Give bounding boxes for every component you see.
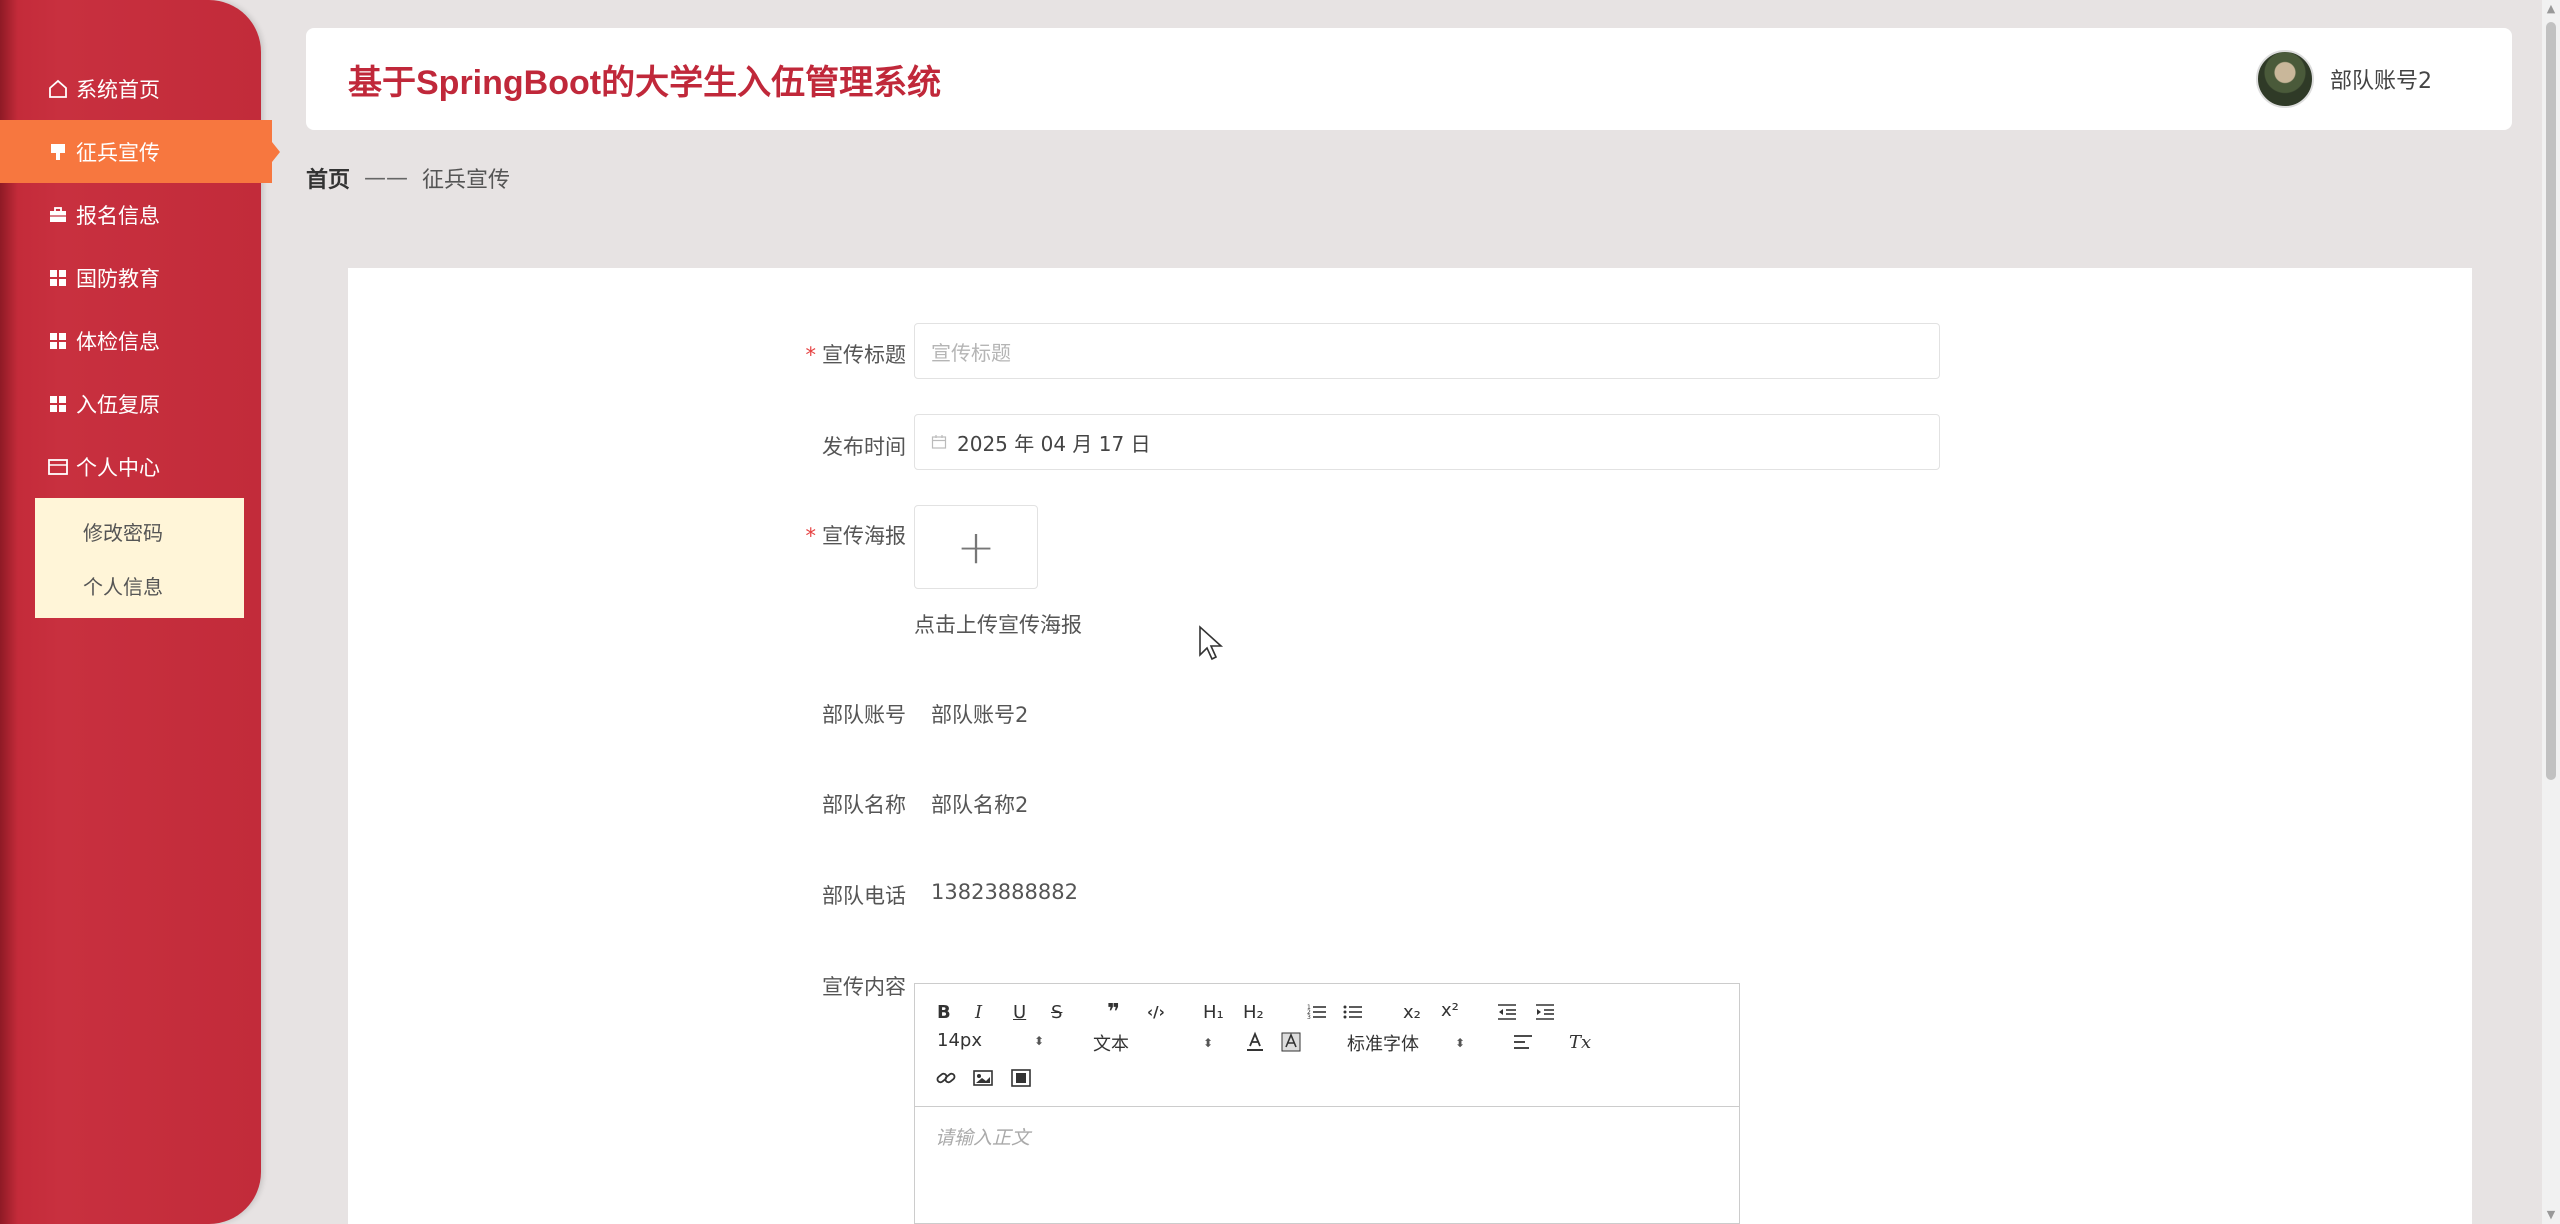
- sidebar-item-defense-education[interactable]: 国防教育: [0, 246, 275, 309]
- unit-name-value: 部队名称2: [931, 793, 1029, 817]
- date-input[interactable]: 2025 年 04 月 17 日: [914, 414, 1940, 470]
- personal-center-submenu: 修改密码 个人信息: [35, 498, 244, 618]
- scroll-thumb[interactable]: [2546, 22, 2556, 780]
- title-input-placeholder: 宣传标题: [931, 340, 1011, 365]
- clear-format-button[interactable]: Tx: [1569, 1028, 1591, 1056]
- home-icon: [46, 77, 70, 101]
- rich-text-editor: B I U S ❞ ‹/› H₁ H₂ 123 x₂ x² 14px ⬍ 文本 ⬍: [914, 983, 1740, 1224]
- phone-label: 部队电话: [822, 884, 906, 908]
- breadcrumb: 首页 —— 征兵宣传: [306, 162, 510, 194]
- sidebar-item-home[interactable]: 系统首页: [0, 57, 275, 120]
- image-icon[interactable]: [973, 1064, 993, 1092]
- bold-button[interactable]: B: [937, 998, 951, 1026]
- unit-name-label: 部队名称: [822, 793, 906, 817]
- submenu-item-change-password[interactable]: 修改密码: [35, 504, 244, 558]
- align-left-icon[interactable]: [1513, 1028, 1533, 1056]
- upload-tip: 点击上传宣传海报: [914, 613, 1082, 637]
- top-header: 基于SpringBoot的大学生入伍管理系统 部队账号2: [306, 28, 2512, 130]
- title-label: * 宣传标题: [805, 343, 907, 367]
- phone-value: 13823888882: [931, 880, 1078, 904]
- background-color-icon[interactable]: [1281, 1028, 1301, 1056]
- sidebar-item-label: 国防教育: [76, 266, 160, 291]
- h1-button[interactable]: H₁: [1203, 998, 1224, 1026]
- user-menu[interactable]: 部队账号2: [2256, 50, 2432, 108]
- superscript-button[interactable]: x²: [1441, 996, 1459, 1024]
- editor-toolbar: B I U S ❞ ‹/› H₁ H₂ 123 x₂ x² 14px ⬍ 文本 ⬍: [915, 984, 1739, 1107]
- subscript-button[interactable]: x₂: [1403, 998, 1421, 1026]
- sidebar-item-label: 系统首页: [76, 77, 160, 102]
- avatar[interactable]: [2256, 50, 2314, 108]
- grid-icon: [46, 329, 70, 353]
- account-label: 部队账号: [822, 703, 906, 727]
- breadcrumb-separator: ——: [364, 165, 409, 191]
- date-value: 2025 年 04 月 17 日: [957, 431, 1151, 456]
- video-icon[interactable]: [1011, 1064, 1031, 1092]
- sidebar-item-label: 入伍复原: [76, 392, 160, 417]
- svg-text:3: 3: [1307, 1014, 1311, 1021]
- sidebar-item-label: 报名信息: [76, 203, 160, 228]
- h2-button[interactable]: H₂: [1243, 998, 1264, 1026]
- wallet-icon: [46, 455, 70, 479]
- link-icon[interactable]: [935, 1064, 957, 1092]
- sidebar-item-enlist-return[interactable]: 入伍复原: [0, 372, 275, 435]
- required-mark: *: [805, 524, 817, 548]
- sidebar-item-recruitment-promo[interactable]: 征兵宣传: [0, 120, 272, 183]
- quote-button[interactable]: ❞: [1107, 998, 1120, 1026]
- mouse-pointer-icon: [1198, 625, 1224, 667]
- app-title: 基于SpringBoot的大学生入伍管理系统: [348, 63, 942, 102]
- sidebar-item-label: 征兵宣传: [76, 140, 160, 165]
- scroll-down-icon[interactable]: ▼: [2542, 1206, 2560, 1224]
- briefcase-icon: [46, 203, 70, 227]
- font-color-icon[interactable]: [1245, 1028, 1265, 1056]
- date-label: 发布时间: [822, 435, 906, 459]
- outdent-icon[interactable]: [1497, 998, 1517, 1026]
- sidebar-item-registration[interactable]: 报名信息: [0, 183, 275, 246]
- submenu-item-personal-info[interactable]: 个人信息: [35, 558, 244, 612]
- plus-icon: +: [956, 520, 996, 574]
- code-button[interactable]: ‹/›: [1147, 998, 1165, 1026]
- sidebar-item-physical-exam[interactable]: 体检信息: [0, 309, 275, 372]
- account-value: 部队账号2: [931, 703, 1029, 727]
- user-name: 部队账号2: [2330, 69, 2432, 94]
- content-label: 宣传内容: [822, 975, 906, 999]
- sidebar-item-label: 体检信息: [76, 329, 160, 354]
- indent-icon[interactable]: [1535, 998, 1555, 1026]
- breadcrumb-home[interactable]: 首页: [306, 162, 350, 194]
- editor-placeholder: 请输入正文: [935, 1127, 1031, 1149]
- sidebar-item-personal-center[interactable]: 个人中心: [0, 435, 275, 498]
- ordered-list-icon[interactable]: 123: [1307, 998, 1327, 1026]
- select-arrow-icon: ⬍: [1203, 1036, 1214, 1050]
- poster-upload-button[interactable]: +: [914, 505, 1038, 589]
- select-arrow-icon: ⬍: [1033, 1033, 1045, 1048]
- sidebar: 系统首页 征兵宣传 报名信息 国防教育 体检信息 入伍复原 个人中心 修改密码 …: [0, 0, 272, 1224]
- underline-button[interactable]: U: [1013, 998, 1026, 1026]
- breadcrumb-current: 征兵宣传: [422, 168, 511, 193]
- title-input[interactable]: 宣传标题: [914, 323, 1940, 379]
- calendar-icon: [931, 434, 947, 450]
- required-mark: *: [805, 343, 817, 367]
- page-scrollbar[interactable]: ▲ ▼: [2542, 0, 2560, 1224]
- flag-icon: [46, 140, 70, 164]
- grid-icon: [46, 266, 70, 290]
- sidebar-menu: 系统首页 征兵宣传 报名信息 国防教育 体检信息 入伍复原 个人中心 修改密码 …: [0, 57, 275, 618]
- font-family-select[interactable]: 标准字体 ⬍: [1347, 1030, 1465, 1056]
- editor-content-area[interactable]: 请输入正文: [915, 1107, 1739, 1166]
- scroll-up-icon[interactable]: ▲: [2542, 0, 2560, 18]
- font-size-select[interactable]: 14px ⬍: [937, 1030, 1044, 1051]
- poster-label: * 宣传海报: [805, 524, 907, 548]
- grid-icon: [46, 392, 70, 416]
- select-arrow-icon: ⬍: [1455, 1036, 1466, 1050]
- bullet-list-icon[interactable]: [1343, 998, 1363, 1026]
- italic-button[interactable]: I: [975, 998, 982, 1026]
- block-type-select[interactable]: 文本 ⬍: [1093, 1030, 1213, 1056]
- sidebar-item-label: 个人中心: [76, 455, 160, 480]
- strike-button[interactable]: S: [1051, 998, 1062, 1026]
